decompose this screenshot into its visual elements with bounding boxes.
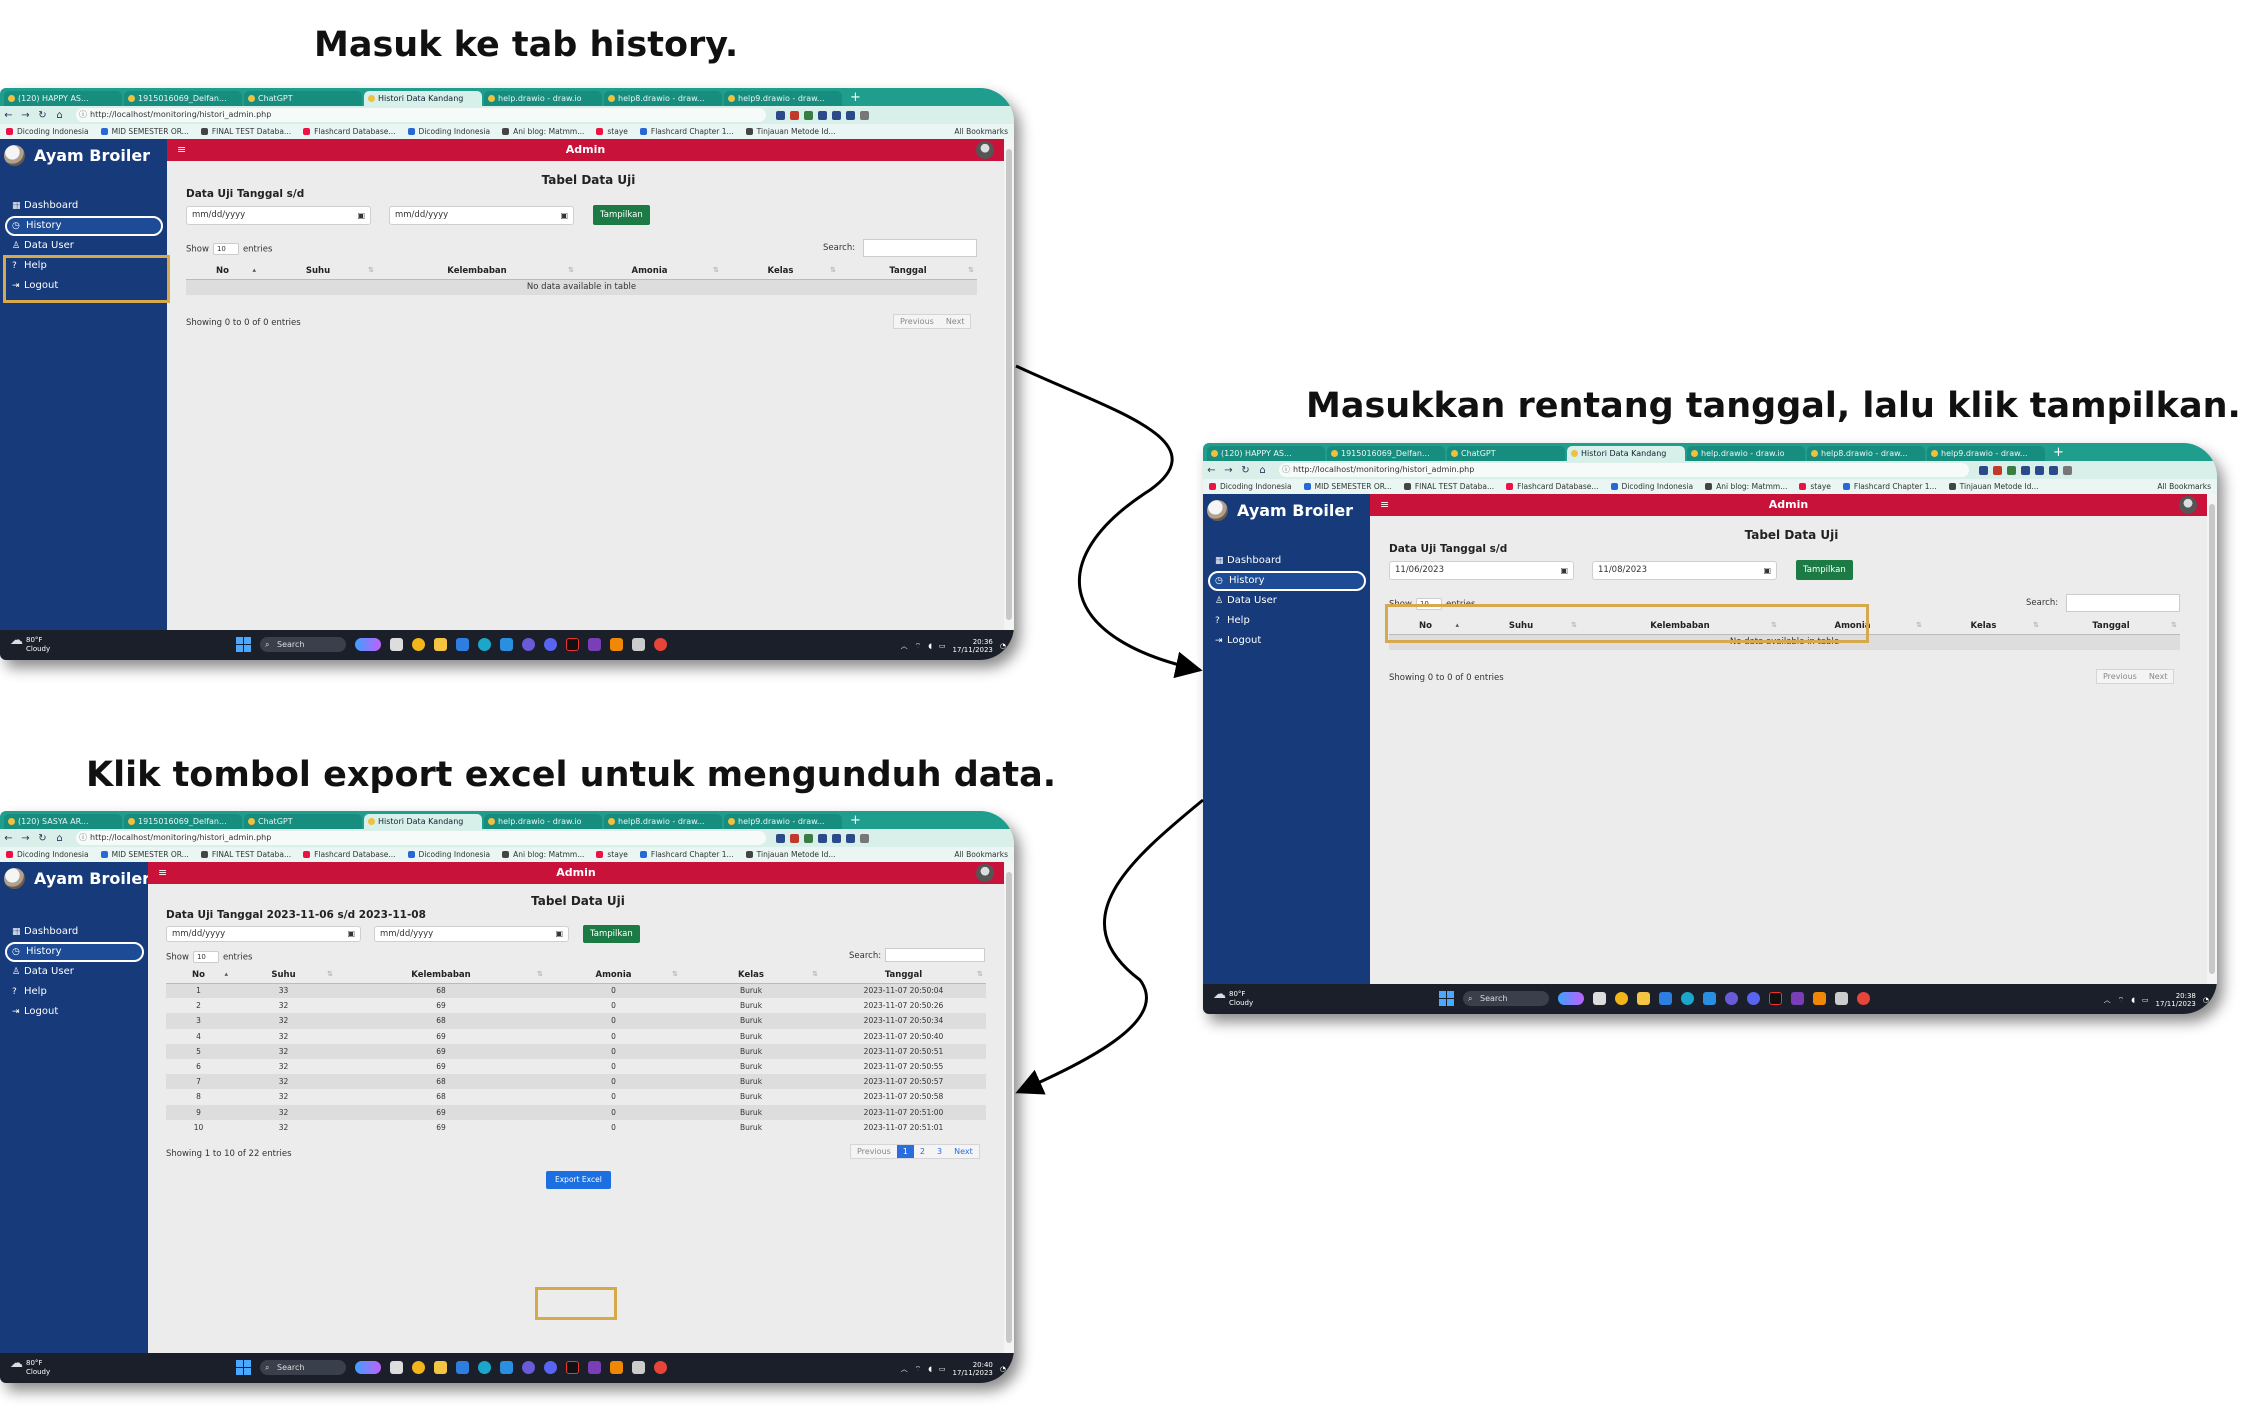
flow-arrows xyxy=(1015,364,1204,1095)
arrow-step1-to-step2 xyxy=(1015,364,1203,679)
arrow-step2-to-step3 xyxy=(1015,798,1204,1095)
